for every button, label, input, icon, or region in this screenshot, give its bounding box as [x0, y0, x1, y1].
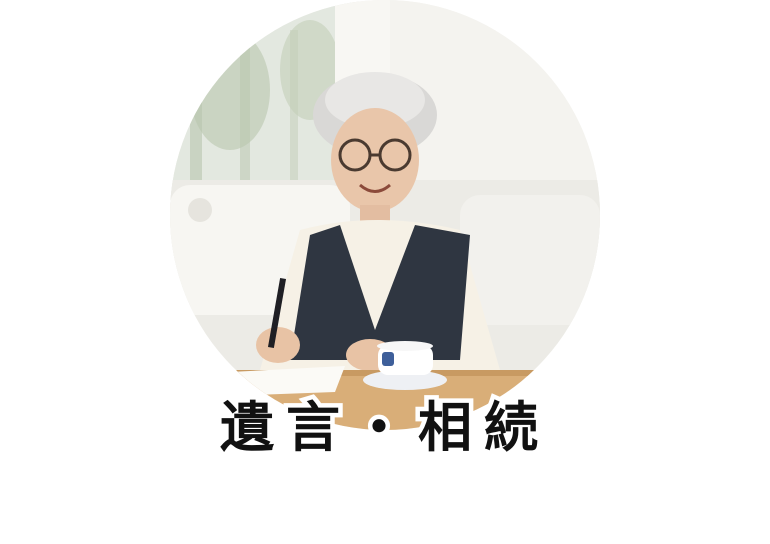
category-title: 遺言・相続: [216, 392, 550, 464]
elderly-woman-writing-photo: [170, 0, 600, 430]
category-card[interactable]: 遺言・相続: [0, 0, 770, 544]
